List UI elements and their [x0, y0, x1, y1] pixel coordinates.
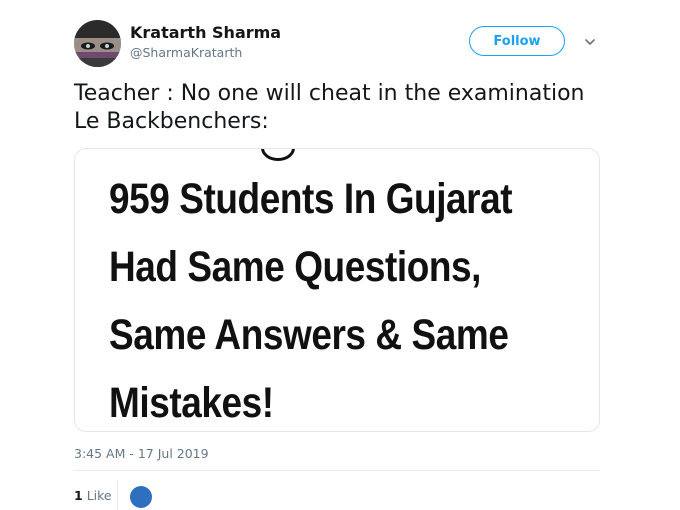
headline-line: Mistakes!	[109, 379, 274, 427]
avatar-photo-icon	[74, 20, 121, 67]
tweet-text-line: Teacher : No one will cheat in the exami…	[74, 81, 585, 106]
divider	[74, 470, 600, 471]
tweet-text-line: Le Backbenchers:	[74, 109, 269, 134]
display-name[interactable]: Kratarth Sharma	[130, 23, 281, 42]
profile-avatar[interactable]	[74, 20, 121, 67]
like-count-label: Like	[86, 488, 112, 503]
tweet-card: Kratarth Sharma @SharmaKratarth Follow T…	[0, 0, 680, 510]
image-headline: 959 Students In Gujarat Had Same Questio…	[109, 165, 513, 431]
divider-vertical	[117, 480, 118, 510]
tweet-timestamp[interactable]: 3:45 AM - 17 Jul 2019	[74, 446, 209, 461]
headline-line: 959 Students In Gujarat	[109, 175, 513, 223]
liker-avatar[interactable]	[130, 486, 152, 508]
headline-line: Had Same Questions,	[109, 243, 482, 291]
tweet-text: Teacher : No one will cheat in the exami…	[74, 80, 634, 136]
like-count-number: 1	[74, 488, 83, 503]
cropped-graphic-arc	[261, 149, 295, 161]
media-image[interactable]: 959 Students In Gujarat Had Same Questio…	[74, 148, 600, 432]
user-handle[interactable]: @SharmaKratarth	[130, 45, 242, 60]
chevron-down-icon[interactable]	[582, 34, 598, 50]
headline-line: Same Answers & Same	[109, 311, 509, 359]
follow-button[interactable]: Follow	[469, 26, 565, 56]
like-count[interactable]: 1 Like	[74, 488, 112, 503]
